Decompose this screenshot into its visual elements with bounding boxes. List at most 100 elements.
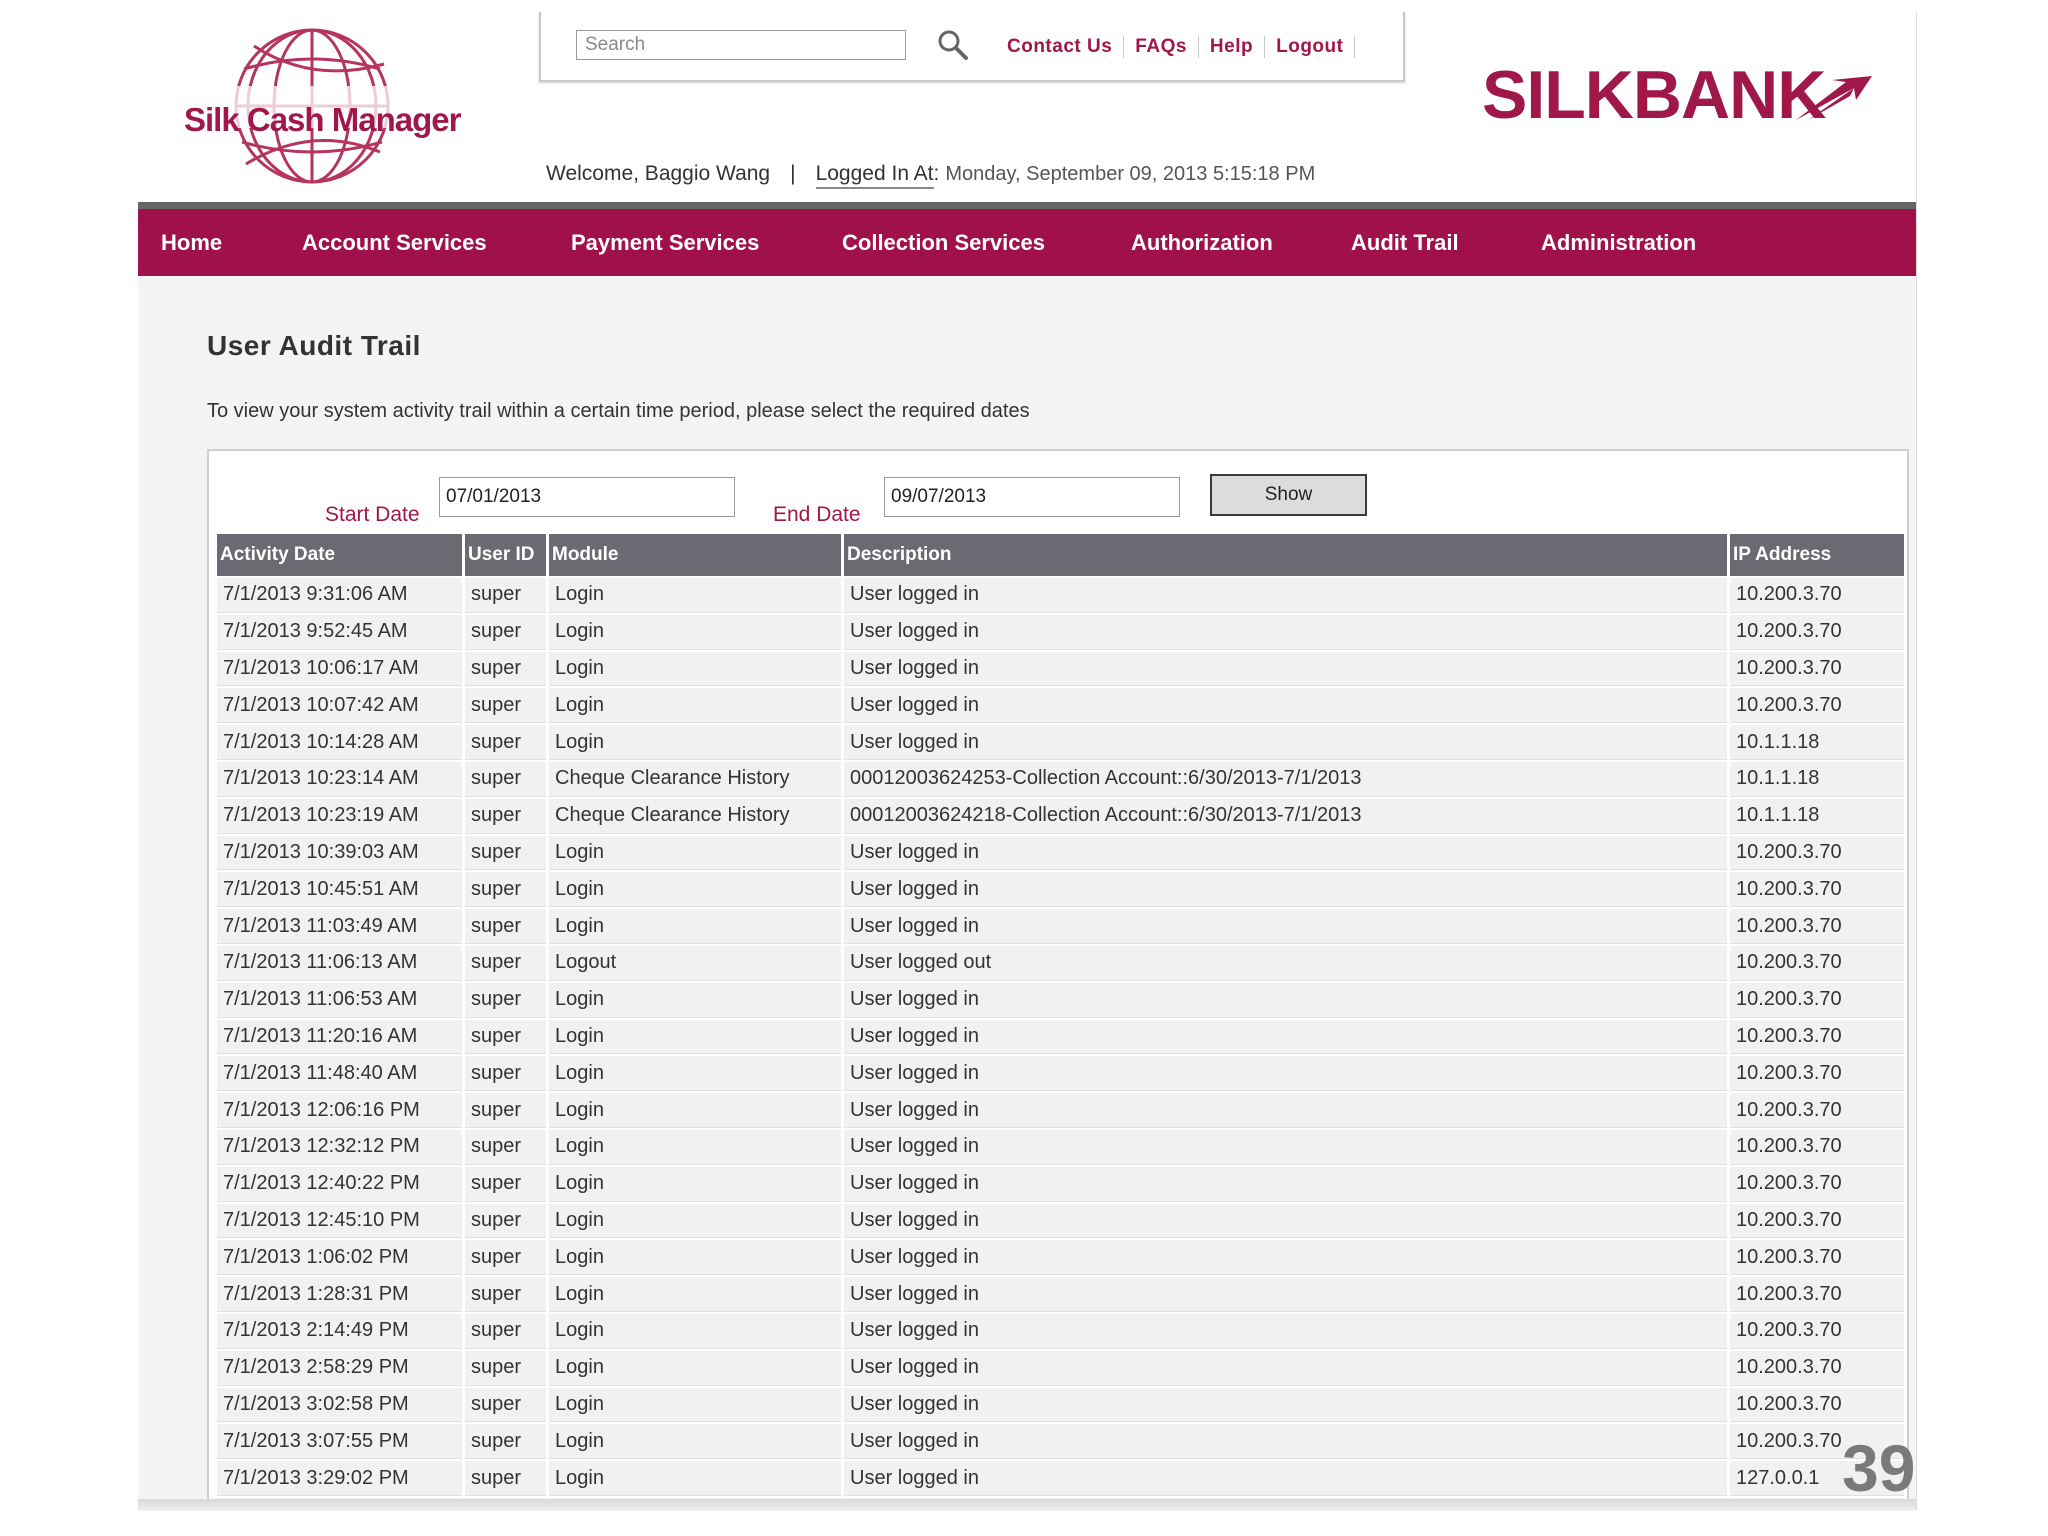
cell-activity-date: 7/1/2013 2:58:29 PM: [217, 1350, 462, 1386]
cell-description: User logged in: [844, 1387, 1727, 1423]
nav-audit-trail[interactable]: Audit Trail: [1351, 209, 1459, 276]
table-row[interactable]: 7/1/2013 3:29:02 PM super Login User logged…: [217, 1461, 1904, 1496]
cell-activity-date: 7/1/2013 10:23:19 AM: [217, 798, 462, 834]
cell-module: Login: [549, 1166, 841, 1202]
table-row[interactable]: 7/1/2013 12:40:22 PM super Login User logge…: [217, 1166, 1904, 1202]
slide-page-number: 39: [1842, 1431, 1916, 1505]
cell-module: Login: [549, 1093, 841, 1128]
cell-module: Login: [549, 651, 841, 687]
nav-account-services[interactable]: Account Services: [302, 209, 487, 276]
cell-activity-date: 7/1/2013 12:32:12 PM: [217, 1129, 462, 1165]
header: Silk Cash Manager Contact Us FAQs Help L…: [138, 12, 1916, 202]
table-row[interactable]: 7/1/2013 2:14:49 PM super Login User logged…: [217, 1313, 1904, 1349]
table-row[interactable]: 7/1/2013 10:45:51 AM super Login User logge…: [217, 872, 1904, 908]
col-ip-address[interactable]: IP Address: [1730, 534, 1904, 576]
cell-module: Login: [549, 1277, 841, 1312]
cell-description: User logged in: [844, 1019, 1727, 1055]
table-row[interactable]: 7/1/2013 1:06:02 PM super Login User logged…: [217, 1240, 1904, 1276]
table-row[interactable]: 7/1/2013 1:28:31 PM super Login User logged…: [217, 1277, 1904, 1312]
silk-cash-manager-logo[interactable]: Silk Cash Manager: [184, 24, 461, 194]
cell-description: User logged in: [844, 1350, 1727, 1386]
cell-module: Login: [549, 1387, 841, 1423]
nav-administration[interactable]: Administration: [1541, 209, 1696, 276]
cell-module: Cheque Clearance History: [549, 798, 841, 834]
help-link[interactable]: Help: [1199, 36, 1266, 58]
table-row[interactable]: 7/1/2013 10:23:14 AM super Cheque Clearanc…: [217, 761, 1904, 797]
table-row[interactable]: 7/1/2013 11:03:49 AM super Login User logge…: [217, 909, 1904, 944]
start-date-label: Start Date: [325, 503, 420, 526]
cell-ip-address: 10.200.3.70: [1730, 651, 1904, 687]
table-row[interactable]: 7/1/2013 11:48:40 AM super Login User logge…: [217, 1056, 1904, 1092]
cell-activity-date: 7/1/2013 3:29:02 PM: [217, 1461, 462, 1496]
logout-link[interactable]: Logout: [1265, 36, 1356, 58]
search-icon[interactable]: [937, 29, 969, 61]
faqs-link[interactable]: FAQs: [1124, 36, 1199, 58]
nav-collection-services[interactable]: Collection Services: [842, 209, 1045, 276]
cell-user-id: super: [465, 872, 546, 908]
cell-activity-date: 7/1/2013 12:06:16 PM: [217, 1093, 462, 1128]
table-row[interactable]: 7/1/2013 3:07:55 PM super Login User logged…: [217, 1424, 1904, 1460]
cell-description: User logged in: [844, 614, 1727, 650]
cell-activity-date: 7/1/2013 2:14:49 PM: [217, 1313, 462, 1349]
audit-table: Activity Date User ID Module Description…: [214, 532, 1907, 1510]
col-description[interactable]: Description: [844, 534, 1727, 576]
col-user-id[interactable]: User ID: [465, 534, 546, 576]
cell-user-id: super: [465, 1203, 546, 1239]
cell-ip-address: 10.200.3.70: [1730, 982, 1904, 1018]
table-row[interactable]: 7/1/2013 9:52:45 AM super Login User logged…: [217, 614, 1904, 650]
cell-activity-date: 7/1/2013 10:14:28 AM: [217, 725, 462, 760]
table-row[interactable]: 7/1/2013 11:06:53 AM super Login User logge…: [217, 982, 1904, 1018]
table-row[interactable]: 7/1/2013 12:45:10 PM super Login User logge…: [217, 1203, 1904, 1239]
nav-authorization[interactable]: Authorization: [1131, 209, 1273, 276]
table-row[interactable]: 7/1/2013 11:20:16 AM super Login User logge…: [217, 1019, 1904, 1055]
cell-activity-date: 7/1/2013 3:07:55 PM: [217, 1424, 462, 1460]
col-module[interactable]: Module: [549, 534, 841, 576]
search-input[interactable]: [576, 30, 906, 60]
table-row[interactable]: 7/1/2013 2:58:29 PM super Login User logged…: [217, 1350, 1904, 1386]
contact-us-link[interactable]: Contact Us: [1007, 36, 1125, 58]
cell-ip-address: 10.200.3.70: [1730, 835, 1904, 871]
table-row[interactable]: 7/1/2013 11:06:13 AM super Logout User logg…: [217, 945, 1904, 981]
cell-module: Login: [549, 1129, 841, 1165]
logged-in-label: Logged In At: [815, 162, 934, 189]
end-date-input[interactable]: [884, 477, 1180, 517]
cell-user-id: super: [465, 614, 546, 650]
cell-ip-address: 10.200.3.70: [1730, 1313, 1904, 1349]
cell-user-id: super: [465, 688, 546, 724]
table-row[interactable]: 7/1/2013 10:39:03 AM super Login User logge…: [217, 835, 1904, 871]
cell-user-id: super: [465, 909, 546, 944]
table-row[interactable]: 7/1/2013 10:14:28 AM super Login User logge…: [217, 725, 1904, 760]
cell-description: User logged in: [844, 1129, 1727, 1165]
nav-payment-services[interactable]: Payment Services: [571, 209, 759, 276]
brand-name: SILKBANK: [1482, 57, 1826, 133]
cell-description: User logged in: [844, 1313, 1727, 1349]
start-date-input[interactable]: [439, 477, 735, 517]
table-row[interactable]: 7/1/2013 10:07:42 AM super Login User logge…: [217, 688, 1904, 724]
cell-user-id: super: [465, 1424, 546, 1460]
cell-activity-date: 7/1/2013 10:23:14 AM: [217, 761, 462, 797]
cell-description: User logged in: [844, 872, 1727, 908]
cell-ip-address: 10.200.3.70: [1730, 1093, 1904, 1128]
show-button[interactable]: Show: [1210, 474, 1367, 516]
col-activity-date[interactable]: Activity Date: [217, 534, 462, 576]
silkbank-brand[interactable]: SILKBANK: [1482, 56, 1882, 136]
cell-activity-date: 7/1/2013 12:40:22 PM: [217, 1166, 462, 1202]
table-row[interactable]: 7/1/2013 9:31:06 AM super Login User logged…: [217, 578, 1904, 613]
table-row[interactable]: 7/1/2013 12:06:16 PM super Login User logge…: [217, 1093, 1904, 1128]
cell-ip-address: 10.200.3.70: [1730, 1056, 1904, 1092]
table-header-row: Activity Date User ID Module Description…: [217, 534, 1904, 576]
nav-home[interactable]: Home: [161, 209, 222, 276]
cell-ip-address: 10.200.3.70: [1730, 1166, 1904, 1202]
cell-activity-date: 7/1/2013 10:39:03 AM: [217, 835, 462, 871]
table-row[interactable]: 7/1/2013 10:06:17 AM super Login User logge…: [217, 651, 1904, 687]
table-row[interactable]: 7/1/2013 10:23:19 AM super Cheque Clearanc…: [217, 798, 1904, 834]
cell-description: 00012003624218-Collection Account::6/30/…: [844, 798, 1727, 834]
cell-module: Login: [549, 1461, 841, 1496]
cell-activity-date: 7/1/2013 1:06:02 PM: [217, 1240, 462, 1276]
cell-activity-date: 7/1/2013 11:20:16 AM: [217, 1019, 462, 1055]
table-row[interactable]: 7/1/2013 3:02:58 PM super Login User logged…: [217, 1387, 1904, 1423]
page-description: To view your system activity trail withi…: [207, 400, 1030, 422]
table-row[interactable]: 7/1/2013 12:32:12 PM super Login User logge…: [217, 1129, 1904, 1165]
cell-ip-address: 10.200.3.70: [1730, 1240, 1904, 1276]
cell-user-id: super: [465, 761, 546, 797]
